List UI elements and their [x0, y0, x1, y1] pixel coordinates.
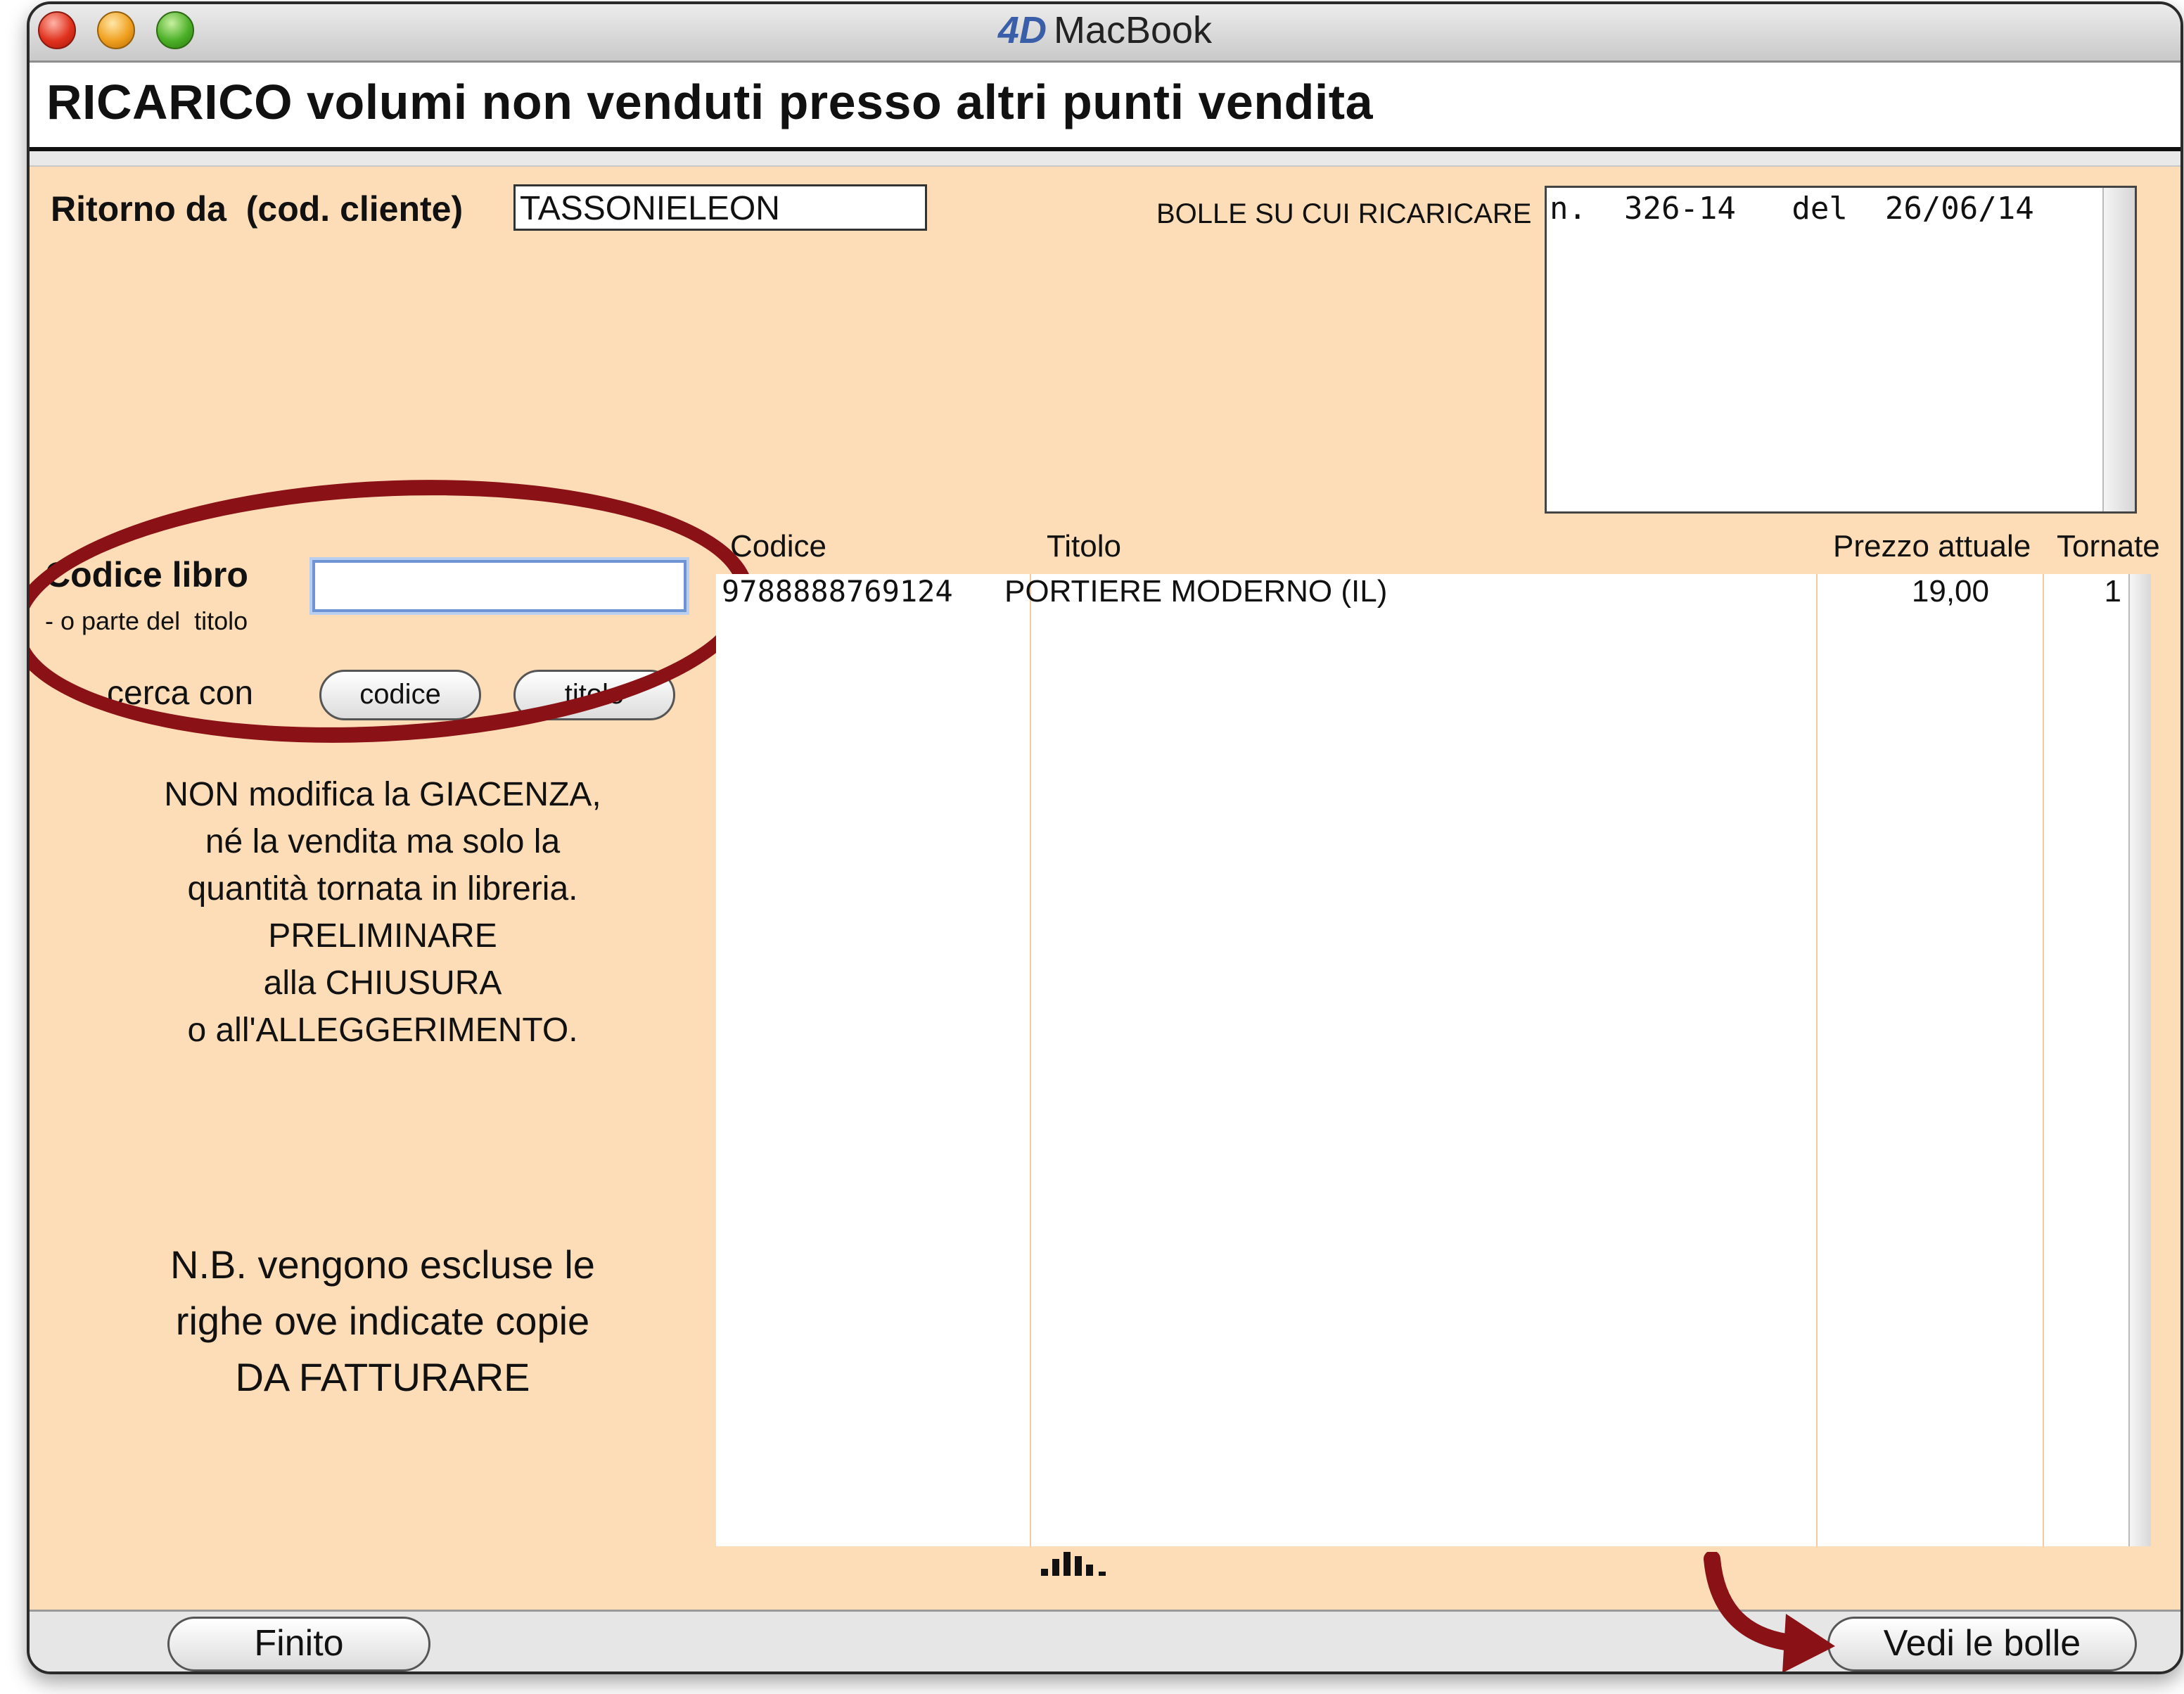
info-note-line: né la vendita ma solo la [205, 823, 561, 860]
bolle-label: BOLLE SU CUI RICARICARE [1156, 198, 1532, 229]
info-note-line: o all'ALLEGGERIMENTO. [187, 1012, 578, 1049]
window-title: 4D MacBook [30, 8, 2180, 52]
column-divider [1030, 574, 1031, 1546]
info-note-line: quantità tornata in libreria. [187, 870, 578, 908]
parte-titolo-hint: - o parte del titolo [45, 606, 248, 635]
search-by-titolo-button[interactable]: titolo [513, 670, 675, 720]
cerca-con-label: cerca con [107, 675, 254, 712]
search-by-codice-button[interactable]: codice [319, 670, 481, 720]
cliente-code-field[interactable]: TASSONIELEON [513, 184, 927, 231]
codice-libro-input[interactable] [312, 560, 687, 612]
bolle-list-item[interactable]: n. 326-14 del 26/06/14 [1550, 191, 2034, 227]
info-note-line: NON modifica la GIACENZA, [164, 776, 601, 813]
column-divider [2043, 574, 2044, 1546]
cell-tornate: 1 [2104, 574, 2121, 609]
header-divider [30, 151, 2180, 167]
codice-libro-label: Codice libro [45, 555, 248, 594]
bolle-list[interactable]: n. 326-14 del 26/06/14 [1545, 186, 2137, 514]
nb-note: N.B. vengono escluse le righe ove indica… [58, 1237, 708, 1406]
column-header-codice[interactable]: Codice [730, 529, 826, 564]
bolle-scrollbar[interactable] [2102, 188, 2135, 511]
page-header: RICARICO volumi non venduti presso altri… [30, 63, 2180, 151]
cell-prezzo: 19,00 [1911, 574, 1989, 609]
page-title: RICARICO volumi non venduti presso altri… [46, 75, 1374, 129]
info-note-line: alla CHIUSURA [263, 964, 502, 1002]
column-header-prezzo[interactable]: Prezzo attuale [1833, 529, 2031, 564]
info-note: NON modifica la GIACENZA, né la vendita … [58, 771, 708, 1054]
nb-note-line: N.B. vengono escluse le [170, 1242, 595, 1287]
title-bar[interactable]: 4D MacBook [30, 4, 2180, 63]
nb-note-line: righe ove indicate copie [175, 1299, 590, 1343]
table-body[interactable]: 9788888769124 PORTIERE MODERNO (IL) 19,0… [716, 574, 2151, 1546]
column-header-titolo[interactable]: Titolo [1047, 529, 1121, 564]
finito-button[interactable]: Finito [167, 1617, 430, 1671]
column-header-tornate[interactable]: Tornate [2057, 529, 2160, 564]
cell-codice: 9788888769124 [722, 574, 953, 609]
cliente-label: Ritorno da (cod. cliente) [51, 189, 464, 229]
app-window: 4D MacBook RICARICO volumi non venduti pr… [27, 1, 2183, 1674]
window-title-text: MacBook [1053, 9, 1213, 51]
nb-note-line: DA FATTURARE [235, 1355, 530, 1399]
column-resize-grip-icon[interactable] [1035, 1552, 1111, 1576]
4d-logo-icon: 4D [997, 9, 1047, 51]
vedi-le-bolle-button[interactable]: Vedi le bolle [1827, 1617, 2137, 1671]
books-table[interactable]: Codice Titolo Prezzo attuale Tornate 978… [716, 529, 2160, 1546]
cell-titolo: PORTIERE MODERNO (IL) [1004, 574, 1388, 609]
table-row[interactable]: 9788888769124 PORTIERE MODERNO (IL) 19,0… [716, 574, 2130, 613]
table-scrollbar[interactable] [2128, 574, 2151, 1546]
info-note-line: PRELIMINARE [268, 917, 497, 955]
column-divider [1816, 574, 1818, 1546]
